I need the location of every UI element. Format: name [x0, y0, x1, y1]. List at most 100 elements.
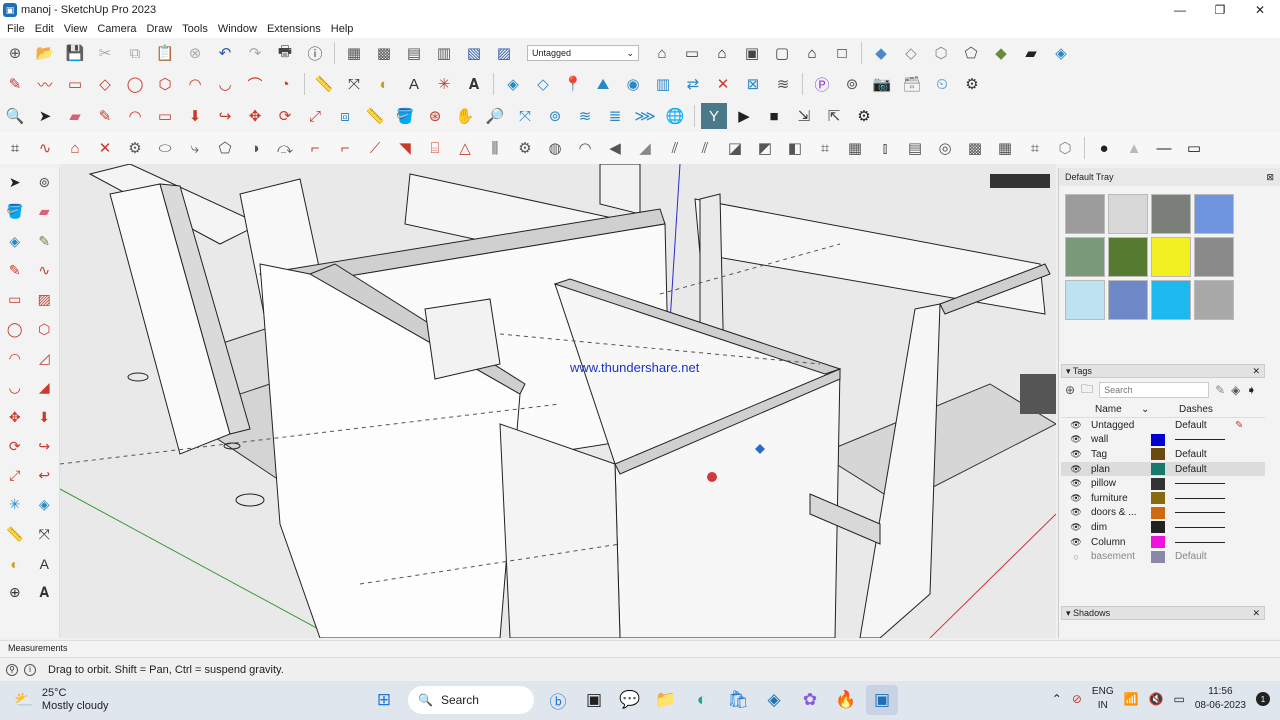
menu-draw[interactable]: Draw [141, 23, 177, 35]
material-swatch[interactable] [1065, 280, 1105, 320]
ext-tool-25-icon[interactable]: ◪ [722, 135, 748, 161]
tag-color[interactable] [1151, 477, 1165, 490]
ext-tool-36-icon[interactable]: ⬡ [1052, 135, 1078, 161]
tag-select[interactable]: Untagged ⌄ [527, 45, 639, 61]
tag-name[interactable]: wall [1091, 434, 1151, 445]
new-file-icon[interactable]: ⊕ [2, 40, 28, 66]
textured-style-icon[interactable]: ◆ [988, 40, 1014, 66]
rectangle-tool-icon[interactable]: ▭ [62, 71, 88, 97]
tag-dashes[interactable] [1175, 541, 1235, 543]
details-arrow-icon[interactable]: ➧ [1246, 383, 1256, 397]
dot-icon[interactable]: ● [1091, 135, 1117, 161]
chevron-up-icon[interactable]: ⌃ [1052, 692, 1062, 706]
hidden-line-style-icon[interactable]: ⬡ [928, 40, 954, 66]
ext-tool-34-icon[interactable]: ▦ [992, 135, 1018, 161]
eye-icon[interactable]: 👁 [1061, 434, 1091, 445]
tag-row[interactable]: 👁 pillow [1061, 476, 1265, 491]
pan-tool-icon[interactable]: ✋ [452, 103, 478, 129]
rectangle-outline-icon[interactable]: ▭ [1181, 135, 1207, 161]
cube-style-icon[interactable]: ◈ [1048, 40, 1074, 66]
tag-color[interactable] [1151, 433, 1165, 446]
ext-tool-19-icon[interactable]: ◍ [542, 135, 568, 161]
add-tag-icon[interactable]: ⊕ [1065, 383, 1075, 397]
zoom-icon[interactable]: 🔍 [2, 103, 28, 129]
box-icon[interactable]: ▭ [679, 40, 705, 66]
follow-me-icon[interactable]: ↪ [32, 434, 56, 458]
ext-tool-33-icon[interactable]: ▩ [962, 135, 988, 161]
eye-icon[interactable]: 👁 [1061, 522, 1091, 533]
axes-icon[interactable]: ✳ [3, 493, 27, 517]
outer-shell-icon[interactable]: ⊠ [740, 71, 766, 97]
layers-icon[interactable]: ≋ [572, 103, 598, 129]
minimize-button[interactable]: — [1160, 0, 1200, 20]
material-swatch[interactable] [1065, 194, 1105, 234]
notification-badge[interactable]: 1 [1256, 692, 1270, 706]
ext-tool-21-icon[interactable]: ◀ [602, 135, 628, 161]
tag-row[interactable]: 👁 furniture [1061, 491, 1265, 506]
ext-tool-15-icon[interactable]: ⌸ [422, 135, 448, 161]
tag-name[interactable]: furniture [1091, 493, 1151, 504]
tag-name[interactable]: Tag [1091, 449, 1151, 460]
menu-file[interactable]: File [2, 23, 30, 35]
eraser-tool-icon[interactable]: ▰ [62, 103, 88, 129]
square-outline-icon[interactable]: □ [829, 40, 855, 66]
scale-icon[interactable]: ⤢ [3, 464, 27, 488]
tag-name[interactable]: doors & ... [1091, 507, 1151, 518]
paint-bucket-icon[interactable]: 🪣 [392, 103, 418, 129]
ext-tool-17-icon[interactable]: ⫼ [482, 135, 508, 161]
wifi-icon[interactable]: 📶 [1124, 692, 1139, 706]
component-options-icon[interactable]: ⊚ [542, 103, 568, 129]
triangle-icon[interactable]: ▲ [1121, 135, 1147, 161]
text-tool-icon[interactable]: A [401, 71, 427, 97]
tag-dashes[interactable]: Default [1175, 420, 1235, 431]
soften-edges-icon[interactable]: ≋ [770, 71, 796, 97]
close-edge-icon[interactable]: ✕ [710, 71, 736, 97]
freehand-tool-icon[interactable]: 〰 [32, 71, 58, 97]
menu-camera[interactable]: Camera [92, 23, 141, 35]
security-icon[interactable]: ⊘ [1072, 692, 1082, 706]
paint-icon[interactable]: 🪣 [3, 200, 27, 224]
tag-tool-icon[interactable]: ◈ [3, 229, 27, 253]
shadows-panel-header[interactable]: ▾ Shadows ✕ [1061, 606, 1265, 620]
top-view-icon[interactable]: ▣ [739, 40, 765, 66]
3d-text-icon[interactable]: 𝐀 [461, 71, 487, 97]
solid-intersect-icon[interactable]: ▧ [461, 40, 487, 66]
follow-me-icon[interactable]: ↪ [212, 103, 238, 129]
tag-dashes[interactable] [1175, 439, 1235, 441]
col-name-header[interactable]: Name [1095, 404, 1141, 415]
ext-tool-28-icon[interactable]: ⌗ [812, 135, 838, 161]
zoom-extents-icon[interactable]: ⤧ [512, 103, 538, 129]
material-swatch[interactable] [1151, 237, 1191, 277]
section-plane-icon[interactable]: ◈ [500, 71, 526, 97]
select-tool-icon[interactable]: ➤ [32, 103, 58, 129]
reverse-faces-icon[interactable]: ⇄ [680, 71, 706, 97]
eye-icon[interactable]: 👁 [1061, 464, 1091, 475]
close-button[interactable]: ✕ [1240, 0, 1280, 20]
move-tool-icon[interactable]: ✥ [242, 103, 268, 129]
battery-icon[interactable]: ▭ [1174, 692, 1185, 706]
ext-tool-13-icon[interactable]: ⟋ [362, 135, 388, 161]
eyedropper-icon[interactable]: ✎ [32, 229, 56, 253]
clock[interactable]: 11:56 08-06-2023 [1195, 685, 1246, 713]
sketchup-app-icon[interactable]: ◈ [758, 685, 790, 715]
text-icon[interactable]: A [32, 552, 56, 576]
brave-icon[interactable]: 🔥 [830, 685, 862, 715]
undo-icon[interactable]: ↶ [212, 40, 238, 66]
tag-row-selected[interactable]: 👁 plan Default [1061, 461, 1265, 477]
tag-name[interactable]: plan [1091, 464, 1151, 475]
bing-icon[interactable]: ⓑ [542, 685, 574, 715]
push-pull-icon[interactable]: ⬇ [32, 405, 56, 429]
line-tool-icon[interactable]: ✎ [2, 71, 28, 97]
tag-row-hidden[interactable]: ○ basement Default [1061, 549, 1265, 564]
rectangle-icon[interactable]: ▭ [3, 288, 27, 312]
chevron-down-icon[interactable]: ⌄ [1141, 404, 1179, 415]
tag-dashes[interactable]: Default [1175, 464, 1235, 475]
ext-tool-32-icon[interactable]: ◎ [932, 135, 958, 161]
copy-icon[interactable]: ⧉ [122, 40, 148, 66]
ext-tool-24-icon[interactable]: ⫽ [692, 135, 718, 161]
tag-search-input[interactable] [1099, 382, 1210, 398]
push-pull-icon[interactable]: ⬇ [182, 103, 208, 129]
tag-color[interactable] [1151, 521, 1165, 534]
tag-row[interactable]: 👁 dim [1061, 520, 1265, 535]
ext-tool-16-icon[interactable]: △ [452, 135, 478, 161]
